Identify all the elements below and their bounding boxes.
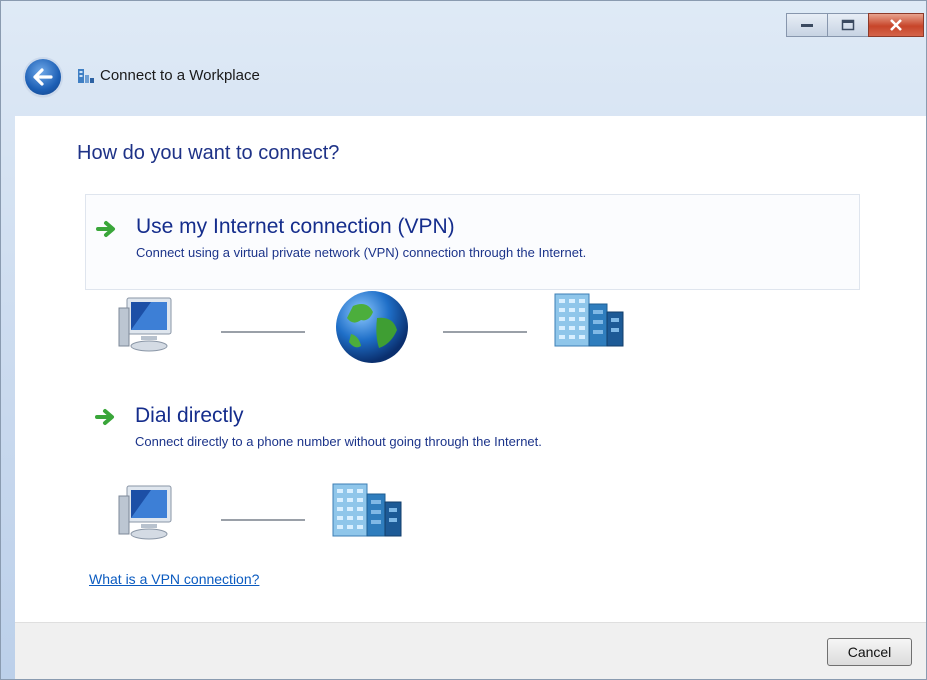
minimize-icon — [801, 24, 813, 27]
window-title: Connect to a Workplace — [100, 67, 260, 84]
vpn-help-link[interactable]: What is a VPN connection? — [89, 571, 259, 587]
dial-option[interactable]: Dial directly Connect directly to a phon… — [85, 394, 860, 464]
page-heading: How do you want to connect? — [77, 142, 340, 164]
globe-icon — [336, 291, 408, 363]
back-arrow-icon — [33, 68, 53, 86]
building-icon — [554, 293, 624, 347]
title-bar: Connect to a Workplace — [1, 1, 926, 116]
close-button[interactable] — [868, 13, 924, 37]
minimize-button[interactable] — [786, 13, 828, 37]
connector-line — [221, 519, 305, 521]
footer: Cancel — [15, 622, 926, 679]
vpn-option-description: Connect using a virtual private network … — [136, 245, 587, 260]
vpn-option-title: Use my Internet connection (VPN) — [136, 215, 455, 238]
back-button[interactable] — [25, 59, 61, 95]
computer-icon — [118, 297, 172, 352]
close-icon — [890, 19, 902, 31]
computer-icon — [118, 485, 172, 540]
vpn-option[interactable]: Use my Internet connection (VPN) Connect… — [85, 194, 860, 290]
cancel-button[interactable]: Cancel — [827, 638, 912, 666]
dial-option-title: Dial directly — [135, 404, 244, 427]
maximize-button[interactable] — [827, 13, 869, 37]
maximize-icon — [841, 19, 855, 31]
green-arrow-icon — [96, 221, 115, 237]
dial-option-description: Connect directly to a phone number witho… — [135, 434, 542, 449]
connect-to-workplace-window: Connect to a Workplace How do you want t… — [0, 0, 927, 680]
building-icon — [332, 483, 402, 537]
connector-line — [221, 331, 305, 333]
green-arrow-icon — [95, 409, 114, 425]
caption-buttons — [786, 13, 924, 37]
content-area: How do you want to connect? Use my Inter… — [15, 116, 926, 622]
workplace-network-icon — [78, 69, 94, 83]
connector-line — [443, 331, 527, 333]
